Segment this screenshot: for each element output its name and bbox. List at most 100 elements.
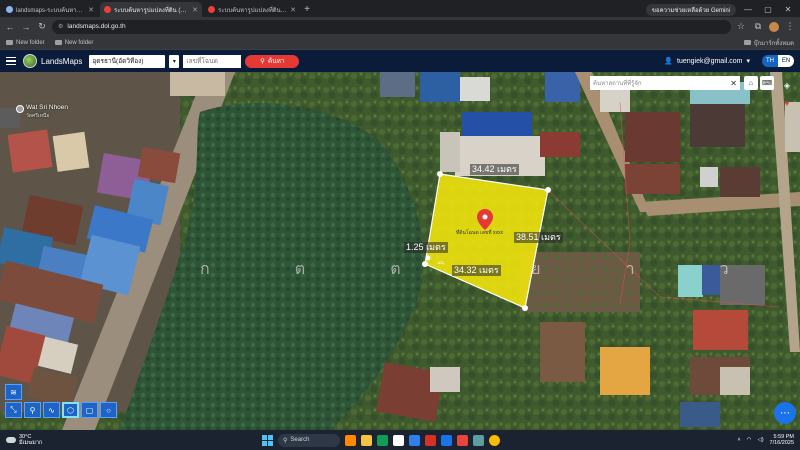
site-info-icon[interactable]: ⚙ <box>58 23 63 30</box>
pin-tool-icon[interactable]: ⚲ <box>24 402 41 418</box>
file-explorer-icon[interactable] <box>361 434 372 446</box>
app-icon[interactable] <box>345 434 356 446</box>
chrome-icon[interactable] <box>489 434 500 446</box>
more-options-button[interactable]: ⋯ <box>774 402 796 424</box>
wifi-icon[interactable]: ◠ <box>747 437 752 443</box>
profile-avatar[interactable] <box>769 21 779 32</box>
deed-number-input[interactable] <box>183 54 242 68</box>
reload-icon[interactable]: ↻ <box>36 21 48 33</box>
keyboard-icon[interactable]: ⌨ <box>760 76 774 90</box>
brand-name: LandsMaps <box>41 56 83 66</box>
close-window-icon[interactable]: ✕ <box>780 5 796 14</box>
search-icon: ⚲ <box>260 58 265 65</box>
bookmark-folder[interactable]: New folder <box>6 40 45 46</box>
app-icon[interactable] <box>473 434 484 446</box>
search-button[interactable]: ⚲ ค้นหา <box>245 54 300 68</box>
map-tools: ⌂ ⌨ <box>744 76 774 90</box>
line-tool-icon[interactable]: ∿ <box>43 402 60 418</box>
map-search-input[interactable]: ค้นหาสถานที่ที่รู้จัก ✕ <box>590 76 740 90</box>
bookmark-star-icon[interactable]: ☆ <box>735 21 747 33</box>
folder-icon <box>743 40 751 45</box>
place-pin-icon[interactable] <box>16 105 24 113</box>
lang-th-button[interactable]: TH <box>762 55 778 67</box>
close-tab-icon[interactable]: ✕ <box>192 6 198 14</box>
url-input[interactable]: ⚙ landsmaps.dol.go.th <box>52 19 731 34</box>
measure-top: 34.42 เมตร <box>470 164 519 175</box>
edge-icon[interactable] <box>409 434 420 446</box>
app-icon[interactable] <box>393 434 404 446</box>
place-label[interactable]: Wat Sri Nhoen วัดศรีเหนือ <box>26 104 68 120</box>
plot-name: ที่ดินโฉนด เลขที่ xxxx <box>456 230 503 236</box>
windows-taskbar: 30°C มีเมฆมาก ⚲ Search ˄ ◠ ◁) 5:59 PM 7/… <box>0 430 800 450</box>
measure-right: 38.51 เมตร <box>514 232 563 243</box>
cloud-icon <box>6 437 16 443</box>
tab-label: ระบบค้นหารูปแปลงที่ดิน (LandsMaps) <box>114 7 189 14</box>
tab-label: landsmaps-ระบบค้นหารูปแปลงที่ดิน - ค้นหา… <box>16 7 85 14</box>
bookmark-folder[interactable]: New folder <box>54 40 93 46</box>
bookmarks-bar: New folder New folder บุ๊กมาร์กทั้งหมด <box>0 36 800 50</box>
taskbar-search[interactable]: ⚲ Search <box>278 433 340 447</box>
menu-icon[interactable]: ⋮ <box>784 21 796 33</box>
satellite-map[interactable]: Wat Sri Nhoen วัดศรีเหนือ ก ต ต ิ ย า ว … <box>0 72 800 430</box>
user-email[interactable]: tuengiek@gmail.com <box>677 58 742 65</box>
chevron-down-icon[interactable]: ▾ <box>746 57 750 65</box>
app-icon[interactable] <box>441 434 452 446</box>
search-icon: ⚲ <box>283 437 288 444</box>
polygon-tool-icon[interactable]: ⬡ <box>62 402 79 418</box>
lang-en-button[interactable]: EN <box>778 55 794 67</box>
weather-widget[interactable]: 30°C มีเมฆมาก <box>6 434 146 446</box>
volume-icon[interactable]: ◁) <box>757 437 763 443</box>
user-icon: 👤 <box>664 58 674 65</box>
home-icon[interactable]: ⌂ <box>744 76 758 90</box>
browser-tabbar: landsmaps-ระบบค้นหารูปแปลงที่ดิน - ค้นหา… <box>0 0 800 17</box>
hamburger-menu-icon[interactable] <box>6 57 16 65</box>
rectangle-tool-icon[interactable]: ▢ <box>81 402 98 418</box>
tab-favicon-icon <box>104 6 111 13</box>
measure-icon[interactable]: ⤡ <box>5 402 22 418</box>
toolbar-right: ☆ ⧉ ⋮ <box>735 21 796 33</box>
minimize-icon[interactable]: — <box>740 5 756 14</box>
clock[interactable]: 5:59 PM 7/16/2025 <box>770 434 794 447</box>
app-header: LandsMaps อุดรธานี(อัดวิทีอง) ▾ ⚲ ค้นหา … <box>0 50 800 72</box>
map-side-tools: ◈ ♥ <box>780 78 794 110</box>
address-bar: ← → ↻ ⚙ landsmaps.dol.go.th ☆ ⧉ ⋮ <box>0 17 800 36</box>
measure-bottom: 34.32 เมตร <box>452 265 501 276</box>
tabbar-right: ขอความช่วยเหลือด้วย Gemini — ▢ ✕ <box>645 2 800 17</box>
close-tab-icon[interactable]: ✕ <box>290 6 296 14</box>
circle-tool-icon[interactable]: ○ <box>100 402 117 418</box>
measure-left: 1.25 เมตร <box>404 242 448 253</box>
close-tab-icon[interactable]: ✕ <box>88 6 94 14</box>
all-bookmarks[interactable]: บุ๊กมาร์กทั้งหมด <box>743 38 794 48</box>
tab-label: ระบบค้นหารูปแปลงที่ดิน (LandsMaps) <box>218 7 287 14</box>
app-icon[interactable] <box>457 434 468 446</box>
landsmaps-logo <box>23 54 37 68</box>
app-icon[interactable] <box>425 434 436 446</box>
gemini-button[interactable]: ขอความช่วยเหลือด้วย Gemini <box>645 3 736 16</box>
extensions-icon[interactable]: ⧉ <box>752 21 764 33</box>
tab-favicon-icon <box>6 6 13 13</box>
drawing-toolbar: ≋ ⤡ ⚲ ∿ ⬡ ▢ ○ <box>5 384 117 418</box>
tab-favicon-icon <box>208 6 215 13</box>
browser-tab-3[interactable]: ระบบค้นหารูปแปลงที่ดิน (LandsMaps) ✕ <box>204 2 300 17</box>
new-tab-icon[interactable]: + <box>300 2 314 17</box>
user-area: 👤 tuengiek@gmail.com ▾ TH EN <box>664 55 794 67</box>
folder-icon <box>6 40 13 45</box>
chevron-down-icon[interactable]: ▾ <box>169 54 180 68</box>
browser-tab-1[interactable]: landsmaps-ระบบค้นหารูปแปลงที่ดิน - ค้นหา… <box>2 2 98 17</box>
map-imagery <box>0 72 800 430</box>
browser-tab-2[interactable]: ระบบค้นหารูปแปลงที่ดิน (LandsMaps) ✕ <box>100 2 202 17</box>
taskbar-apps: ⚲ Search <box>262 432 500 448</box>
province-select[interactable]: อุดรธานี(อัดวิทีอง) <box>89 54 166 68</box>
close-icon[interactable]: ✕ <box>730 79 737 88</box>
chevron-up-icon[interactable]: ˄ <box>737 437 740 443</box>
folder-icon <box>54 40 62 45</box>
favorite-heart-icon[interactable]: ♥ <box>780 96 794 110</box>
windows-start-icon[interactable] <box>262 434 273 446</box>
app-icon[interactable] <box>377 434 388 446</box>
maximize-icon[interactable]: ▢ <box>760 5 776 14</box>
forward-icon[interactable]: → <box>20 21 32 33</box>
layers-icon[interactable]: ◈ <box>780 78 794 92</box>
layer-stack-icon[interactable]: ≋ <box>5 384 22 400</box>
system-tray: ˄ ◠ ◁) 5:59 PM 7/16/2025 <box>737 434 794 447</box>
back-icon[interactable]: ← <box>4 21 16 33</box>
